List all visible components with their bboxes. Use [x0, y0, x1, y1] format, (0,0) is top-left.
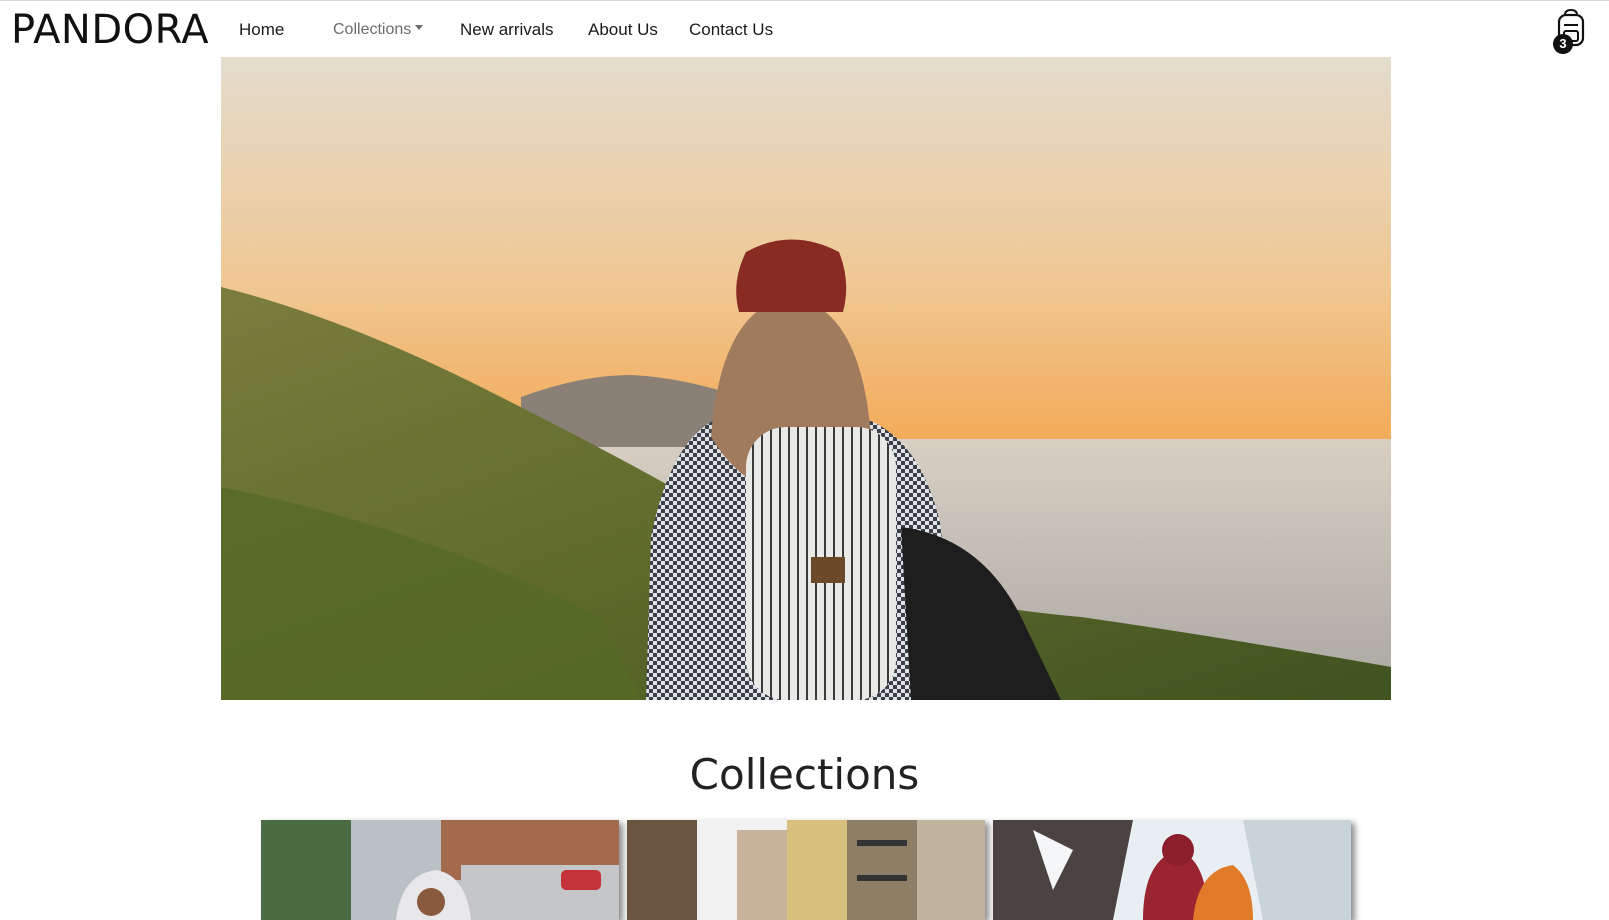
caret-down-icon: [415, 25, 424, 31]
collection-card-image: [261, 820, 619, 920]
cart-count-badge: 3: [1553, 34, 1573, 54]
nav-collections-dropdown[interactable]: Collections: [333, 21, 424, 39]
hero-image: [221, 57, 1391, 700]
nav-home-link[interactable]: Home: [239, 20, 284, 40]
collection-card-image: [627, 820, 985, 920]
hero-photo: [221, 57, 1391, 700]
nav-contact-link[interactable]: Contact Us: [689, 20, 773, 40]
collection-card-1[interactable]: [261, 820, 619, 920]
collection-card-2[interactable]: [627, 820, 985, 920]
collections-heading: Collections: [689, 750, 920, 799]
collection-card-image: [993, 820, 1351, 920]
brand-logo[interactable]: PANDORA: [11, 7, 209, 53]
nav-collections-label: Collections: [333, 21, 412, 38]
nav-new-arrivals-link[interactable]: New arrivals: [460, 20, 554, 40]
collection-card-3[interactable]: [993, 820, 1351, 920]
nav-about-link[interactable]: About Us: [588, 20, 658, 40]
top-navbar: PANDORA Home Collections New arrivals Ab…: [0, 0, 1609, 58]
